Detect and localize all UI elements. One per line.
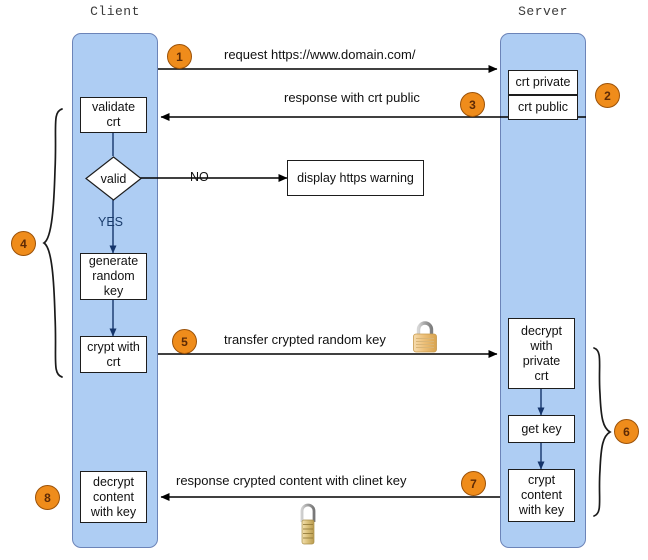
message-transfer-key: transfer crypted random key	[224, 332, 386, 347]
message-response-content: response crypted content with clinet key	[176, 473, 407, 488]
box-crt-public: crt public	[508, 95, 578, 120]
badge-step-8: 8	[35, 485, 60, 510]
branch-label-yes: YES	[98, 215, 124, 229]
message-response-crt-public: response with crt public	[284, 90, 420, 105]
combination-padlock-icon	[295, 500, 321, 553]
box-crt-private: crt private	[508, 70, 578, 95]
lane-title-server: Server	[518, 4, 568, 19]
message-request: request https://www.domain.com/	[224, 47, 416, 62]
padlock-icon	[409, 319, 441, 360]
box-decrypt-content-with-key: decrypt content with key	[80, 471, 147, 523]
lane-title-client: Client	[90, 4, 140, 19]
badge-step-4: 4	[11, 231, 36, 256]
badge-step-2: 2	[595, 83, 620, 108]
badge-step-7: 7	[461, 471, 486, 496]
box-decrypt-with-private-crt: decrypt with private crt	[508, 318, 575, 389]
box-display-https-warning: display https warning	[287, 160, 424, 196]
decision-valid-label: valid	[100, 171, 127, 186]
box-generate-random-key: generate random key	[80, 253, 147, 300]
badge-step-3: 3	[460, 92, 485, 117]
branch-label-no: NO	[190, 170, 209, 184]
badge-step-1: 1	[167, 44, 192, 69]
diagram-canvas: Client Server validate crt valid YES gen…	[0, 0, 648, 560]
box-crypt-with-crt: crypt with crt	[80, 336, 147, 373]
badge-step-5: 5	[172, 329, 197, 354]
box-crypt-content-with-key: crypt content with key	[508, 469, 575, 522]
box-validate-crt: validate crt	[80, 97, 147, 133]
box-get-key: get key	[508, 415, 575, 443]
decision-valid: valid	[85, 156, 142, 201]
badge-step-6: 6	[614, 419, 639, 444]
